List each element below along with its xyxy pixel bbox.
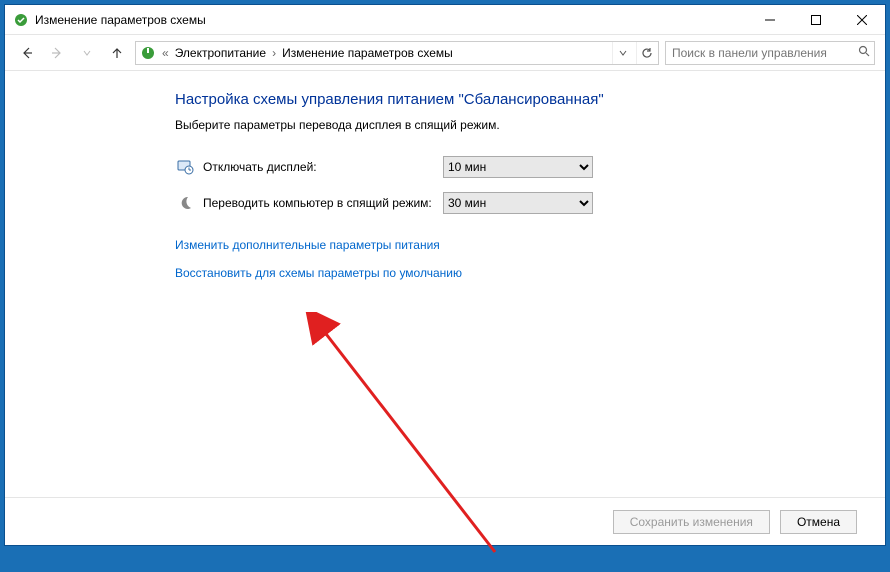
back-button[interactable] bbox=[15, 41, 39, 65]
setting-label: Отключать дисплей: bbox=[203, 160, 443, 174]
display-off-select[interactable]: 10 мин bbox=[443, 156, 593, 178]
power-plan-icon bbox=[13, 12, 29, 28]
breadcrumb-item[interactable]: Электропитание bbox=[175, 46, 266, 60]
close-button[interactable] bbox=[839, 5, 885, 34]
restore-defaults-link[interactable]: Восстановить для схемы параметры по умол… bbox=[175, 266, 885, 280]
moon-icon bbox=[175, 193, 195, 213]
forward-button[interactable] bbox=[45, 41, 69, 65]
search-icon[interactable] bbox=[858, 45, 870, 60]
page-subtext: Выберите параметры перевода дисплея в сп… bbox=[175, 118, 885, 132]
chevron-right-icon: « bbox=[160, 46, 171, 60]
up-button[interactable] bbox=[105, 41, 129, 65]
content-area: Настройка схемы управления питанием "Сба… bbox=[5, 71, 885, 497]
maximize-button[interactable] bbox=[793, 5, 839, 34]
minimize-button[interactable] bbox=[747, 5, 793, 34]
monitor-timer-icon bbox=[175, 157, 195, 177]
setting-row-display-off: Отключать дисплей: 10 мин bbox=[175, 156, 885, 178]
advanced-settings-link[interactable]: Изменить дополнительные параметры питани… bbox=[175, 238, 885, 252]
breadcrumb-item[interactable]: Изменение параметров схемы bbox=[282, 46, 453, 60]
setting-row-sleep: Переводить компьютер в спящий режим: 30 … bbox=[175, 192, 885, 214]
navbar: « Электропитание › Изменение параметров … bbox=[5, 35, 885, 71]
search-box[interactable] bbox=[665, 41, 875, 65]
cancel-button[interactable]: Отмена bbox=[780, 510, 857, 534]
window-title: Изменение параметров схемы bbox=[35, 13, 206, 27]
power-icon bbox=[140, 45, 156, 61]
search-input[interactable] bbox=[670, 45, 854, 61]
page-heading: Настройка схемы управления питанием "Сба… bbox=[175, 91, 885, 108]
refresh-button[interactable] bbox=[636, 42, 656, 64]
titlebar: Изменение параметров схемы bbox=[5, 5, 885, 35]
footer: Сохранить изменения Отмена bbox=[5, 497, 885, 545]
save-button[interactable]: Сохранить изменения bbox=[613, 510, 770, 534]
setting-label: Переводить компьютер в спящий режим: bbox=[203, 196, 443, 210]
sleep-select[interactable]: 30 мин bbox=[443, 192, 593, 214]
address-dropdown[interactable] bbox=[612, 42, 632, 64]
address-bar[interactable]: « Электропитание › Изменение параметров … bbox=[135, 41, 659, 65]
recent-dropdown[interactable] bbox=[75, 41, 99, 65]
chevron-right-icon: › bbox=[270, 46, 278, 60]
